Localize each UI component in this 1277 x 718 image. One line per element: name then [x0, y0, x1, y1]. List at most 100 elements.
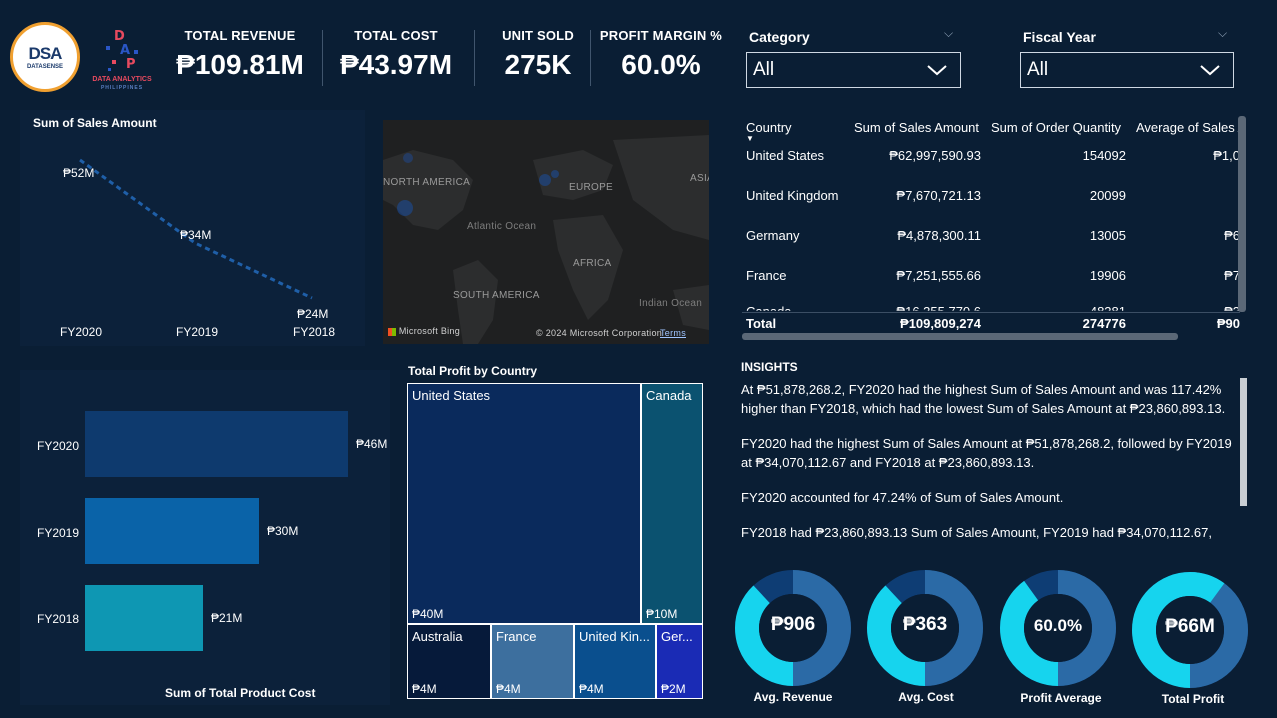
column-header-quantity[interactable]: Sum of Order Quantity: [991, 120, 1121, 135]
sort-desc-icon[interactable]: ▼: [746, 134, 754, 143]
treemap-cell-name: United States: [412, 388, 491, 403]
table-cell: 20099: [1089, 188, 1126, 203]
map-label: AFRICA: [573, 258, 612, 269]
column-header-country[interactable]: Country: [746, 120, 792, 135]
kpi-value: 60.0%: [621, 49, 701, 80]
category-selected-value: All: [753, 59, 775, 80]
treemap-cell-name: Canada: [646, 388, 692, 403]
fiscal-year-selected-value: All: [1027, 59, 1049, 80]
donut-value: 60.0%: [1033, 616, 1083, 635]
kpi-unit-sold: UNIT SOLD 275K: [496, 28, 580, 81]
treemap-cell-value: ₱10M: [646, 607, 678, 621]
map-label: SOUTH AMERICA: [453, 290, 540, 301]
table-total-cell: ₱109,809,274: [900, 316, 981, 331]
map-terms-link[interactable]: Terms: [660, 328, 686, 338]
table-horizontal-scrollbar[interactable]: [742, 333, 1178, 340]
map-label: ASIA: [690, 173, 709, 184]
dap-logo-mark: D A P: [106, 29, 138, 72]
svg-text:P: P: [126, 57, 136, 72]
fiscal-year-dropdown[interactable]: All: [1020, 52, 1234, 88]
table-total-cell: 274776: [1082, 316, 1126, 331]
datasense-logo: DSA DATASENSE: [10, 22, 80, 92]
insight-paragraph: FY2018 had ₱23,860,893.13 Sum of Sales A…: [741, 525, 1212, 540]
bar-data-label: ₱46M: [356, 437, 388, 451]
insight-paragraph: FY2020 accounted for 47.24% of Sum of Sa…: [741, 490, 1064, 505]
kpi-divider: [590, 30, 591, 86]
treemap-cell-value: ₱40M: [412, 607, 444, 621]
x-axis-label: FY2019: [176, 325, 219, 339]
treemap-cell-value: ₱2M: [661, 682, 686, 696]
table-cell: United Kingdom: [746, 188, 839, 203]
donut-value: ₱363: [902, 614, 948, 635]
kpi-divider: [322, 30, 323, 86]
kpi-value: ₱43.97M: [339, 49, 453, 80]
table-cell: Germany: [746, 228, 800, 243]
treemap-cell-australia[interactable]: Australia ₱4M: [407, 624, 491, 699]
microsoft-icon: [388, 327, 396, 336]
table-vertical-scrollbar[interactable]: [1238, 116, 1246, 312]
bing-brand: Microsoft Bing: [388, 326, 460, 336]
bar-data-label: ₱21M: [211, 611, 243, 625]
chevron-down-icon[interactable]: ⌵: [1218, 26, 1227, 41]
bar-data-label: ₱30M: [267, 524, 299, 538]
line-data-label: ₱34M: [180, 228, 212, 242]
sales-map[interactable]: NORTH AMERICA EUROPE ASIA AFRICA SOUTH A…: [383, 120, 709, 344]
treemap-cell-name: Ger...: [661, 629, 693, 644]
donut-avg-cost[interactable]: ₱363: [865, 568, 985, 688]
chevron-down-icon: [1200, 65, 1220, 76]
treemap-cell-united-kingdom[interactable]: United Kin... ₱4M: [574, 624, 656, 699]
treemap-cell-germany[interactable]: Ger... ₱2M: [656, 624, 703, 699]
treemap-cell-name: Australia: [412, 629, 463, 644]
donut-label: Avg. Cost: [898, 690, 954, 704]
table-cell: 154092: [1082, 148, 1126, 163]
donut-profit-average[interactable]: 60.0%: [998, 568, 1118, 688]
chevron-down-icon[interactable]: ⌵: [944, 26, 953, 41]
column-header-sales[interactable]: Sum of Sales Amount: [854, 120, 979, 135]
insights-text: At ₱51,878,268.2, FY2020 had the highest…: [741, 380, 1237, 542]
table-cell: ₱4,878,300.11: [897, 228, 981, 243]
kpi-label: UNIT SOLD: [502, 28, 574, 43]
profit-treemap[interactable]: United States ₱40M Canada ₱10M Australia…: [407, 383, 703, 699]
map-copyright: © 2024 Microsoft Corporation: [536, 328, 663, 338]
kpi-total-cost: TOTAL COST ₱43.97M: [334, 28, 458, 81]
kpi-total-revenue: TOTAL REVENUE ₱109.81M: [170, 28, 310, 81]
insights-title: INSIGHTS: [741, 360, 798, 374]
chevron-down-icon: [927, 65, 947, 76]
svg-text:A: A: [120, 43, 130, 58]
line-data-label: ₱52M: [63, 166, 95, 180]
country-table[interactable]: Country ▼ Sum of Sales Amount Sum of Ord…: [742, 116, 1240, 342]
treemap-cell-canada[interactable]: Canada ₱10M: [641, 383, 703, 624]
donut-label: Total Profit: [1161, 692, 1225, 706]
bar-fy2018[interactable]: [85, 585, 203, 651]
kpi-value: 275K: [504, 49, 572, 80]
treemap-cell-united-states[interactable]: United States ₱40M: [407, 383, 641, 624]
x-axis-label: FY2020: [60, 325, 103, 339]
insights-scrollbar[interactable]: [1240, 378, 1247, 506]
bar-fy2020[interactable]: [85, 411, 348, 477]
donut-avg-revenue[interactable]: ₱906: [733, 568, 853, 688]
kpi-label: TOTAL REVENUE: [184, 28, 296, 43]
table-cell: France: [746, 268, 787, 283]
insight-paragraph: FY2020 had the highest Sum of Sales Amou…: [741, 436, 1232, 470]
donut-label: Profit Average: [1020, 691, 1102, 705]
kpi-divider: [474, 30, 475, 86]
bar-category-label: FY2020: [37, 439, 80, 453]
bar-category-label: FY2019: [37, 526, 80, 540]
kpi-label: PROFIT MARGIN %: [599, 28, 723, 43]
column-header-average[interactable]: Average of Sales A: [1136, 120, 1240, 135]
treemap-cell-france[interactable]: France ₱4M: [491, 624, 574, 699]
table-cell: 13005: [1089, 228, 1126, 243]
table-cell: United States: [746, 148, 825, 163]
map-label: NORTH AMERICA: [383, 177, 471, 188]
donut-label: Avg. Revenue: [753, 690, 833, 704]
table-cell: ₱7: [1224, 268, 1240, 283]
kpi-value: ₱109.81M: [176, 49, 304, 80]
kpi-label: TOTAL COST: [354, 28, 438, 43]
table-total-cell: Total: [746, 316, 777, 331]
x-axis-label: FY2018: [293, 325, 336, 339]
donut-total-profit[interactable]: ₱66M: [1130, 570, 1250, 690]
treemap-cell-value: ₱4M: [412, 682, 437, 696]
category-dropdown[interactable]: All: [746, 52, 961, 88]
bar-fy2019[interactable]: [85, 498, 259, 564]
table-cell: ₱6: [1224, 228, 1240, 243]
